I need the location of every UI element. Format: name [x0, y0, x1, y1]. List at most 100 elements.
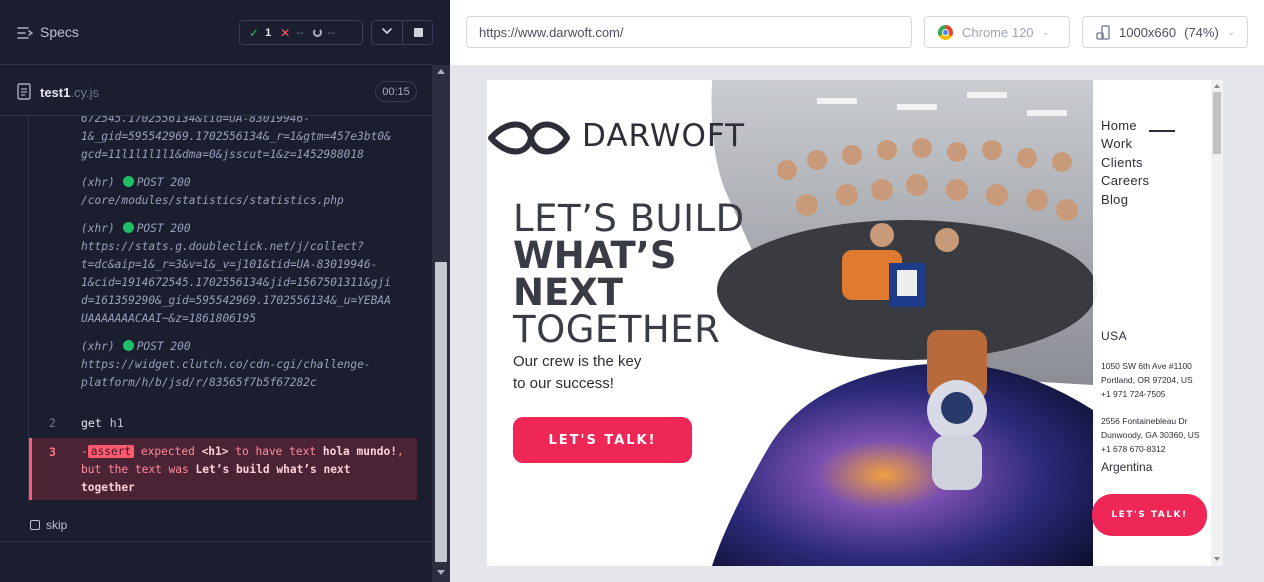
scroll-up-arrow-icon[interactable]	[437, 69, 445, 74]
site-logo-text[interactable]: DARWOFT	[582, 118, 745, 154]
scroll-down-arrow-icon[interactable]	[437, 570, 445, 575]
status-dot-icon	[122, 222, 134, 233]
chrome-icon	[938, 24, 953, 40]
viewport-scale: (74%)	[1184, 24, 1219, 40]
file-icon	[17, 83, 31, 100]
xhr-url-line: 1&cid=1914672545.1702556134&jid=15675013…	[81, 276, 391, 289]
browser-name: Chrome 120	[962, 24, 1034, 40]
nav-item-home[interactable]: Home	[1101, 118, 1137, 133]
hero-line-2: WHAT’S	[513, 234, 677, 277]
hero-subtitle-line-1: Our crew is the key	[513, 353, 642, 370]
assert-badge: assert	[87, 445, 135, 458]
nav-item-work[interactable]: Work	[1101, 136, 1132, 151]
address-line: Portland, OR 97204, US	[1101, 375, 1193, 385]
stop-icon[interactable]	[414, 28, 423, 37]
xhr-method: POST 200	[136, 222, 191, 235]
status-dot-icon	[122, 340, 134, 351]
failed-count: --	[296, 26, 304, 39]
chevron-down-icon: ⌄	[1041, 26, 1050, 38]
check-icon: ✓	[249, 25, 260, 40]
skip-toggle[interactable]: skip	[30, 518, 67, 532]
scroll-up-arrow-icon[interactable]	[1214, 84, 1220, 88]
assert-subject: <h1>	[201, 445, 229, 458]
address-portland: 1050 SW 6th Ave #1100 Portland, OR 97204…	[1101, 359, 1211, 401]
assert-matcher: to have text	[235, 445, 317, 458]
chevron-down-icon: ⌄	[1226, 26, 1236, 38]
viewport-info[interactable]: 1000x660 (74%) ⌄	[1082, 16, 1248, 48]
preview-toolbar: https://www.darwoft.com/ Chrome 120 ⌄ 10…	[450, 0, 1264, 65]
hero-line-4: TOGETHER	[513, 308, 721, 351]
lets-talk-button[interactable]: LET'S TALK!	[513, 417, 692, 463]
log-line: 1&_gid=595542969.1702556134&_r=1&gtm=457…	[81, 130, 391, 143]
command-name: get	[81, 416, 102, 430]
xhr-url-line: t=dc&aip=1&_r=3&v=1&_v=j101&tid=UA-83019…	[81, 258, 378, 271]
pending-stat: --	[312, 26, 335, 39]
skip-label: skip	[46, 518, 68, 532]
pending-icon	[312, 28, 322, 37]
browser-selector[interactable]: Chrome 120 ⌄	[924, 16, 1070, 48]
assert-dash: -	[81, 445, 88, 458]
failed-stat: ✕ --	[280, 26, 303, 40]
xhr-method: POST 200	[136, 340, 191, 353]
lets-talk-side-button[interactable]: LET'S TALK!	[1092, 494, 1207, 536]
spec-file-row: test1.cy.js 00:15	[0, 66, 432, 116]
passed-count: 1	[265, 26, 272, 39]
x-icon: ✕	[280, 25, 291, 40]
scroll-down-arrow-icon[interactable]	[1214, 557, 1220, 561]
hero-heading: LET’S BUILD WHAT’S NEXT TOGETHER	[513, 200, 745, 348]
phone-number[interactable]: +1 678 670-8312	[1101, 442, 1211, 456]
hero-subtitle: Our crew is the key to our success!	[513, 351, 713, 395]
xhr-method: POST 200	[136, 176, 191, 189]
spec-file-name[interactable]: test1.cy.js	[40, 85, 99, 100]
run-controls	[371, 20, 433, 45]
divider	[0, 541, 432, 542]
nav-item-blog[interactable]: Blog	[1101, 192, 1128, 207]
test-stats: ✓ 1 ✕ -- --	[239, 20, 363, 45]
chevron-down-icon[interactable]	[381, 24, 393, 38]
log-scrollbar[interactable]	[432, 65, 450, 582]
address-line: 1050 SW 6th Ave #1100	[1101, 361, 1192, 371]
assert-expected-word: expected	[140, 445, 195, 458]
spec-file-base: test1	[40, 85, 71, 100]
phone-number[interactable]: +1 971 724-7505	[1101, 387, 1211, 401]
xhr-url-line: platform/h/b/jsd/r/83565f7b5f67282c	[81, 376, 317, 389]
address-line: 2556 Fontainebleau Dr	[1101, 416, 1188, 426]
command-log-panel: Specs ✓ 1 ✕ -- -- test1.cy.js 00:15 6725…	[0, 0, 450, 582]
command-get[interactable]: 2 get h1	[29, 414, 417, 434]
nav-item-careers[interactable]: Careers	[1101, 173, 1149, 188]
specs-title[interactable]: Specs	[40, 24, 79, 40]
xhr-log-entry[interactable]: (xhr) POST 200	[81, 338, 191, 356]
command-assert-failed[interactable]: 3 - assert expected <h1> to have text hola…	[29, 438, 417, 500]
passed-stat: ✓ 1	[249, 26, 271, 40]
command-text: get h1	[81, 416, 124, 430]
xhr-tag: (xhr)	[81, 340, 115, 353]
command-log[interactable]: 672545.1702556134&tid=UA-83019946- 1&_gid…	[28, 116, 417, 502]
site-scrollbar[interactable]	[1211, 80, 1223, 566]
specs-header: Specs ✓ 1 ✕ -- --	[0, 0, 433, 65]
pending-count: --	[327, 26, 335, 39]
viewport-size: 1000x660	[1119, 24, 1177, 40]
menu-icon[interactable]	[1149, 130, 1175, 132]
skip-checkbox[interactable]	[30, 520, 40, 530]
spec-file-ext: .cy.js	[70, 85, 100, 100]
status-dot-icon	[122, 176, 134, 187]
command-number: 3	[49, 445, 56, 459]
xhr-log-entry[interactable]: (xhr) POST 200	[81, 174, 191, 192]
duration-badge: 00:15	[375, 81, 417, 102]
xhr-url-line: /core/modules/statistics/statistics.php	[81, 194, 344, 207]
address-dunwoody: 2556 Fontainebleau Dr Dunwoody, GA 30360…	[1101, 414, 1211, 456]
hero-line-3: NEXT	[513, 271, 624, 314]
address-line: Dunwoody, GA 30360, US	[1101, 430, 1200, 440]
command-arg: h1	[109, 416, 124, 430]
xhr-url-line: https://stats.g.doubleclick.net/j/collec…	[81, 240, 364, 253]
viewport-icon	[1096, 24, 1110, 40]
xhr-tag: (xhr)	[81, 222, 115, 235]
url-bar[interactable]: https://www.darwoft.com/	[466, 16, 912, 48]
nav-item-clients[interactable]: Clients	[1101, 155, 1143, 170]
specs-list-icon[interactable]	[17, 25, 33, 41]
log-line: gcd=11l1l1l1l1&dma=0&jsscut=1&z=14529880…	[81, 148, 364, 161]
xhr-log-entry[interactable]: (xhr) POST 200	[81, 220, 191, 238]
scroll-thumb[interactable]	[435, 262, 447, 562]
usa-label: USA	[1101, 329, 1128, 343]
scroll-thumb[interactable]	[1213, 92, 1221, 154]
